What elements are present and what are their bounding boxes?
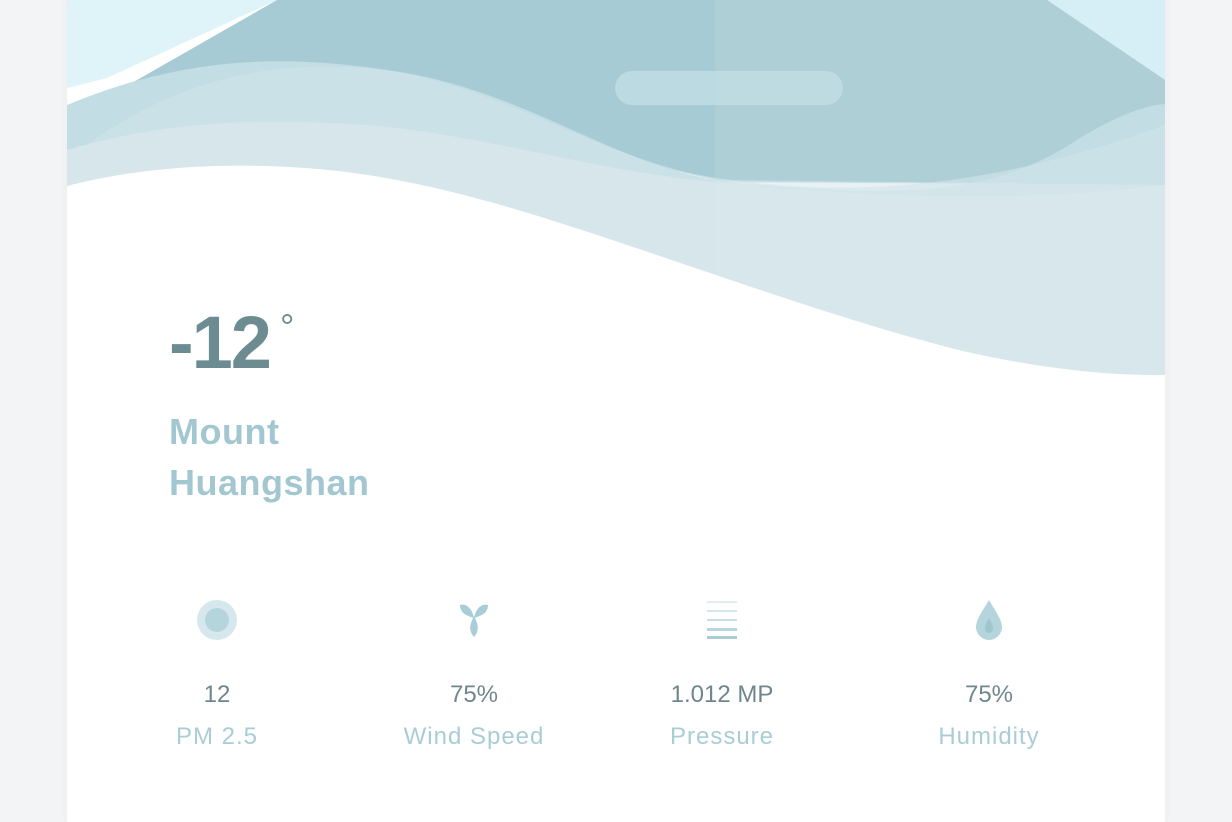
stat-value: 75% bbox=[449, 681, 499, 708]
location-name: Mount Huangshan bbox=[169, 406, 370, 508]
humidity-icon bbox=[959, 590, 1019, 650]
stat-humidity: 75% Humidity bbox=[879, 590, 1099, 752]
stat-label: Humidity bbox=[938, 723, 1040, 750]
pressure-icon bbox=[692, 590, 752, 650]
weather-card: -12 ° Mount Huangshan 12 PM 2.5 75% Wind… bbox=[67, 0, 1165, 822]
temperature-display: -12 ° bbox=[169, 300, 294, 386]
stat-value: 1.012 MP bbox=[670, 681, 774, 708]
stat-label: PM 2.5 bbox=[175, 723, 259, 750]
stat-label: Pressure bbox=[669, 723, 775, 750]
temperature-unit: ° bbox=[279, 306, 295, 347]
location-line1: Mount bbox=[169, 411, 280, 452]
stat-value: 12 bbox=[203, 681, 231, 708]
stat-wind-speed: 75% Wind Speed bbox=[364, 590, 584, 752]
stat-pressure: 1.012 MP Pressure bbox=[612, 590, 832, 752]
stats-row: 12 PM 2.5 75% Wind Speed 1.012 MP Pressu… bbox=[67, 590, 1165, 770]
location-line2: Huangshan bbox=[169, 462, 370, 503]
pm25-icon bbox=[187, 590, 247, 650]
stat-pm25: 12 PM 2.5 bbox=[107, 590, 327, 752]
stat-value: 75% bbox=[964, 681, 1014, 708]
temperature-value: -12 bbox=[169, 301, 272, 384]
stat-label: Wind Speed bbox=[403, 723, 545, 750]
wind-icon bbox=[444, 590, 504, 650]
